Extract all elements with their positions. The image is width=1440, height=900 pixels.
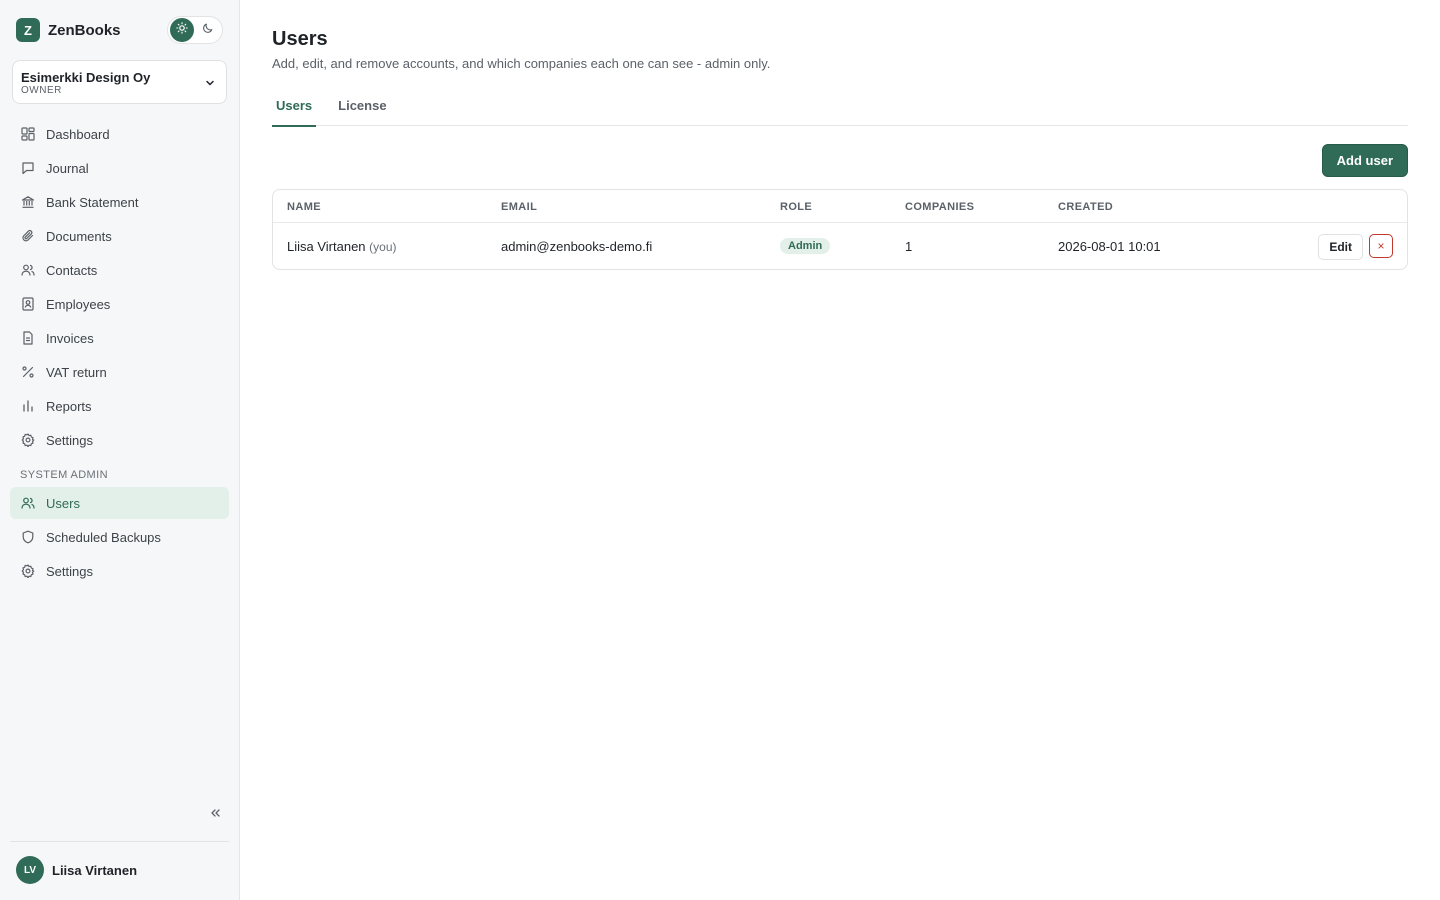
- avatar: LV: [16, 856, 44, 884]
- nav-item-users[interactable]: Users: [10, 487, 229, 519]
- nav-item-invoices[interactable]: Invoices: [10, 322, 229, 354]
- bar-chart-icon: [20, 398, 36, 414]
- nav-item-employees[interactable]: Employees: [10, 288, 229, 320]
- table-row: Liisa Virtanen (you) admin@zenbooks-demo…: [273, 223, 1407, 269]
- light-mode-button[interactable]: [170, 18, 194, 42]
- nav-label: Bank Statement: [46, 194, 139, 210]
- nav-item-contacts[interactable]: Contacts: [10, 254, 229, 286]
- user-name: Liisa Virtanen: [52, 862, 138, 878]
- edit-user-button[interactable]: Edit: [1318, 234, 1363, 260]
- tabs: Users License: [272, 98, 1408, 127]
- table-header: NAME EMAIL ROLE COMPANIES CREATED: [273, 190, 1407, 223]
- brand-logo: Z: [16, 18, 40, 42]
- tab-users[interactable]: Users: [272, 98, 317, 127]
- nav-label: Reports: [46, 398, 92, 414]
- nav-label: Journal: [46, 160, 89, 176]
- admin-nav: Users Scheduled Backups Settings: [10, 487, 229, 589]
- nav-label: Dashboard: [46, 126, 110, 142]
- shield-icon: [20, 529, 36, 545]
- nav-item-reports[interactable]: Reports: [10, 390, 229, 422]
- collapse-sidebar-button[interactable]: [206, 806, 224, 824]
- column-header-companies[interactable]: COMPANIES: [905, 201, 974, 213]
- you-indicator: (you): [369, 240, 397, 254]
- company-switcher[interactable]: Esimerkki Design Oy OWNER: [12, 60, 227, 104]
- nav-item-vat-return[interactable]: VAT return: [10, 356, 229, 388]
- column-header-name[interactable]: NAME: [287, 201, 321, 213]
- nav-label: Users: [46, 495, 80, 511]
- chevron-down-icon: [204, 76, 216, 94]
- gear-icon: [20, 432, 36, 448]
- nav-label: Documents: [46, 228, 112, 244]
- sidebar: Z ZenBooks Esimerkki Design Oy OWNER Das…: [0, 0, 240, 900]
- main-nav: Dashboard Journal Bank Statement Documen…: [10, 118, 229, 458]
- company-role: OWNER: [21, 85, 62, 96]
- nav-label: Contacts: [46, 262, 98, 278]
- moon-icon: [202, 21, 214, 39]
- company-name: Esimerkki Design Oy: [21, 70, 151, 85]
- brand-name: ZenBooks: [48, 21, 121, 39]
- page-subtitle: Add, edit, and remove accounts, and whic…: [272, 56, 771, 71]
- page-title: Users: [272, 28, 328, 50]
- nav-label: Invoices: [46, 330, 94, 346]
- nav-item-journal[interactable]: Journal: [10, 152, 229, 184]
- sidebar-divider: [10, 841, 229, 842]
- paperclip-icon: [20, 228, 36, 244]
- nav-item-admin-settings[interactable]: Settings: [10, 555, 229, 587]
- invoice-icon: [20, 330, 36, 346]
- nav-label: Scheduled Backups: [46, 529, 161, 545]
- system-admin-label: SYSTEM ADMIN: [20, 469, 108, 481]
- column-header-email[interactable]: EMAIL: [501, 201, 537, 213]
- nav-item-dashboard[interactable]: Dashboard: [10, 118, 229, 150]
- dark-mode-button[interactable]: [196, 18, 220, 42]
- add-user-button[interactable]: Add user: [1321, 144, 1408, 177]
- nav-label: Employees: [46, 296, 111, 312]
- percent-icon: [20, 364, 36, 380]
- cell-name: Liisa Virtanen: [287, 239, 366, 254]
- close-icon: ×: [1377, 239, 1385, 253]
- gear-icon: [20, 563, 36, 579]
- nav-label: VAT return: [46, 364, 107, 380]
- user-menu[interactable]: LV Liisa Virtanen: [16, 856, 137, 884]
- role-badge: Admin: [780, 238, 831, 254]
- users-table: NAME EMAIL ROLE COMPANIES CREATED Liisa …: [272, 189, 1408, 270]
- nav-label: Settings: [46, 563, 93, 579]
- tab-license[interactable]: License: [334, 98, 390, 126]
- nav-item-settings[interactable]: Settings: [10, 424, 229, 456]
- companies-count-cell: 1: [905, 239, 913, 254]
- theme-toggle[interactable]: [167, 16, 223, 44]
- sun-icon: [176, 21, 188, 39]
- chevrons-left-icon: [209, 806, 221, 824]
- created-cell: 2026-08-01 10:01: [1058, 239, 1161, 254]
- nav-label: Settings: [46, 432, 93, 448]
- column-header-role[interactable]: ROLE: [780, 201, 812, 213]
- nav-item-documents[interactable]: Documents: [10, 220, 229, 252]
- users-icon: [20, 495, 36, 511]
- user-name-cell: Liisa Virtanen (you): [287, 239, 397, 254]
- journal-icon: [20, 160, 36, 176]
- user-email-cell: admin@zenbooks-demo.fi: [501, 239, 653, 254]
- employee-icon: [20, 296, 36, 312]
- nav-item-bank-statement[interactable]: Bank Statement: [10, 186, 229, 218]
- brand[interactable]: Z ZenBooks: [16, 18, 121, 42]
- nav-item-scheduled-backups[interactable]: Scheduled Backups: [10, 521, 229, 553]
- contacts-icon: [20, 262, 36, 278]
- column-header-created[interactable]: CREATED: [1058, 201, 1113, 213]
- dashboard-icon: [20, 126, 36, 142]
- bank-icon: [20, 194, 36, 210]
- delete-user-button[interactable]: ×: [1369, 234, 1393, 258]
